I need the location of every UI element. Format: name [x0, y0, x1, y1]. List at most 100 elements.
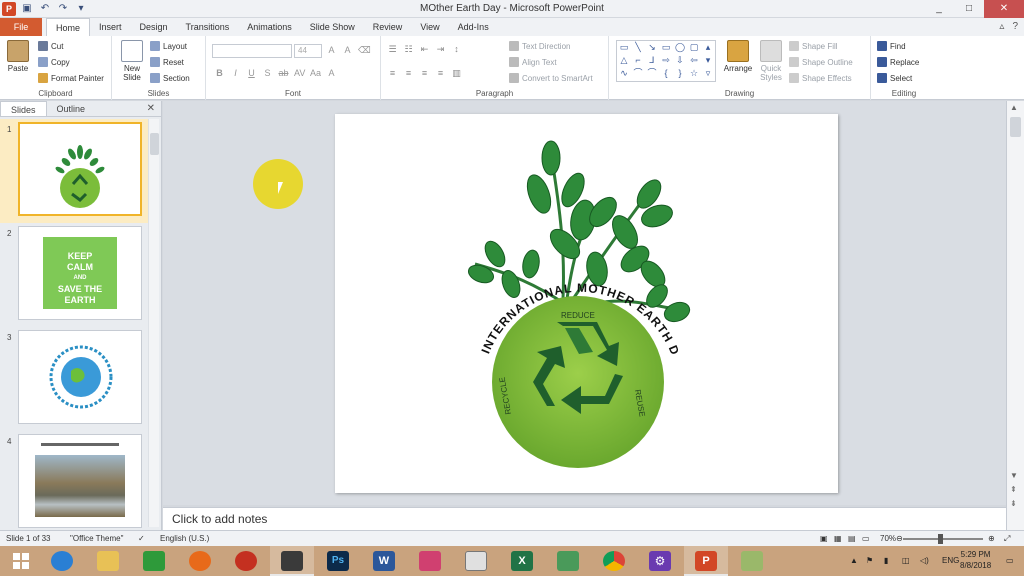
file-explorer-button[interactable]: [86, 546, 130, 576]
font-family-combo[interactable]: [212, 44, 292, 58]
tab-slide-show[interactable]: Slide Show: [301, 18, 364, 36]
zoom-level[interactable]: 70%: [880, 534, 896, 543]
customize-qat-icon[interactable]: ▾: [74, 2, 88, 16]
reset-button[interactable]: Reset: [150, 57, 184, 67]
replace-button[interactable]: Replace: [877, 57, 919, 67]
tab-outline[interactable]: Outline: [47, 101, 96, 116]
decrease-indent-icon[interactable]: ⇤: [419, 44, 430, 55]
flag-icon[interactable]: ⚑: [866, 546, 873, 576]
powerpoint-taskbar-button[interactable]: P: [684, 546, 728, 576]
underline-icon[interactable]: U: [246, 68, 257, 78]
rect-shape-icon[interactable]: ▭: [659, 41, 673, 54]
save-icon[interactable]: ▣: [20, 2, 34, 16]
arrow-left-shape-icon[interactable]: ⇦: [687, 54, 701, 67]
shapes-gallery[interactable]: ▭ ╲ ↘ ▭ ◯ ▢ ▴ △ ⌐ ⅃ ⇨ ⇩ ⇦ ▾ ∿ ⌒ ⌒{} ☆ ▿: [616, 40, 716, 82]
quick-styles-button[interactable]: Quick Styles: [757, 40, 785, 82]
more-shapes-icon[interactable]: ▴: [701, 41, 715, 54]
previous-slide-icon[interactable]: ⇞: [1010, 485, 1017, 494]
normal-view-icon[interactable]: ▣: [820, 534, 828, 543]
convert-smartart-button[interactable]: Convert to SmartArt: [509, 73, 593, 83]
increase-indent-icon[interactable]: ⇥: [435, 44, 446, 55]
theme-name[interactable]: "Office Theme": [70, 534, 123, 543]
arrow-right-shape-icon[interactable]: ⇨: [659, 54, 673, 67]
strikethrough-icon[interactable]: ab: [278, 68, 289, 78]
battery-icon[interactable]: ▮: [884, 546, 888, 576]
tab-slides[interactable]: Slides: [0, 101, 47, 116]
line-spacing-icon[interactable]: ↕: [451, 44, 462, 55]
network-icon[interactable]: ◫: [902, 546, 910, 576]
align-text-button[interactable]: Align Text: [509, 57, 557, 67]
undo-icon[interactable]: ↶: [38, 2, 52, 16]
brace-left-shape-icon[interactable]: {: [659, 67, 673, 80]
section-button[interactable]: Section: [150, 73, 190, 83]
word-button[interactable]: W: [362, 546, 406, 576]
tab-design[interactable]: Design: [131, 18, 177, 36]
settings-button[interactable]: ⚙: [638, 546, 682, 576]
zoom-out-icon[interactable]: ⊖: [896, 534, 903, 543]
tab-animations[interactable]: Animations: [238, 18, 301, 36]
slide-thumbnail-4[interactable]: [18, 434, 142, 528]
layout-button[interactable]: Layout: [150, 41, 187, 51]
rounded-rect-shape-icon[interactable]: ▢: [687, 41, 701, 54]
help-icon[interactable]: ?: [1012, 21, 1018, 32]
change-case-icon[interactable]: Aa: [310, 68, 321, 78]
powerpoint-icon[interactable]: P: [2, 2, 16, 16]
photos-button[interactable]: [546, 546, 590, 576]
italic-icon[interactable]: I: [230, 68, 241, 78]
store-button[interactable]: [132, 546, 176, 576]
tab-transitions[interactable]: Transitions: [177, 18, 239, 36]
app-button[interactable]: [224, 546, 268, 576]
zoom-in-icon[interactable]: ⊕: [988, 534, 995, 543]
tab-add-ins[interactable]: Add-Ins: [449, 18, 498, 36]
minimize-button[interactable]: _: [924, 0, 954, 18]
tab-home[interactable]: Home: [46, 18, 91, 37]
arrow-down-shape-icon[interactable]: ⇩: [673, 54, 687, 67]
star-shape-icon[interactable]: ☆: [687, 67, 701, 80]
textbox-shape-icon[interactable]: ▭: [617, 41, 631, 54]
show-hidden-icons[interactable]: ▲: [850, 546, 858, 576]
notifications-icon[interactable]: ▭: [1006, 546, 1014, 576]
maximize-button[interactable]: □: [954, 0, 984, 18]
internet-explorer-button[interactable]: [40, 546, 84, 576]
align-right-icon[interactable]: ≡: [419, 68, 430, 79]
tab-insert[interactable]: Insert: [90, 18, 131, 36]
select-button[interactable]: Select: [877, 73, 912, 83]
zoom-slider-knob[interactable]: [938, 534, 943, 544]
close-button[interactable]: ✕: [984, 0, 1024, 18]
panel-scrollbar[interactable]: [148, 119, 159, 527]
slide-thumbnail-1[interactable]: [18, 122, 142, 216]
shrink-font-icon[interactable]: A: [342, 45, 353, 56]
font-color-icon[interactable]: A: [326, 68, 337, 78]
zoom-slider[interactable]: [903, 538, 983, 540]
shape-effects-button[interactable]: Shape Effects: [789, 73, 852, 83]
format-painter-button[interactable]: Format Painter: [38, 73, 104, 83]
slide-thumbnail-2[interactable]: KEEP CALM AND SAVE THE EARTH: [18, 226, 142, 320]
brace-right-shape-icon[interactable]: }: [673, 67, 687, 80]
scroll-shapes-icon[interactable]: ▾: [701, 54, 715, 67]
reading-view-icon[interactable]: ▤: [848, 534, 856, 543]
tab-review[interactable]: Review: [364, 18, 412, 36]
numbering-icon[interactable]: ☷: [403, 44, 414, 55]
slideshow-icon[interactable]: ▭: [862, 534, 870, 543]
firefox-button[interactable]: [178, 546, 222, 576]
triangle-shape-icon[interactable]: △: [617, 54, 631, 67]
columns-icon[interactable]: ▥: [451, 68, 462, 79]
photoshop-button[interactable]: Ps: [316, 546, 360, 576]
font-size-combo[interactable]: 44: [294, 44, 322, 58]
chrome-button[interactable]: [592, 546, 636, 576]
slide-thumbnail-3[interactable]: [18, 330, 142, 424]
bullets-icon[interactable]: ☰: [387, 44, 398, 55]
redo-icon[interactable]: ↷: [56, 2, 70, 16]
justify-icon[interactable]: ≡: [435, 68, 446, 79]
system-clock[interactable]: 5:29 PM 8/8/2018: [960, 549, 991, 571]
scroll-up-icon[interactable]: ▲: [1010, 103, 1018, 112]
arrow-shape-icon[interactable]: ↘: [645, 41, 659, 54]
expand-shapes-icon[interactable]: ▿: [701, 67, 715, 80]
find-button[interactable]: Find: [877, 41, 906, 51]
start-button[interactable]: [0, 546, 44, 576]
slide-sorter-icon[interactable]: ▦: [834, 534, 842, 543]
slide-editor[interactable]: INTERNATIONAL MOTHER EARTH DAY REDUCE RE…: [163, 101, 1006, 505]
freeform-shape-icon[interactable]: ⌒: [631, 67, 645, 80]
scrollbar-thumb[interactable]: [1010, 117, 1021, 137]
language-status[interactable]: English (U.S.): [160, 534, 209, 543]
